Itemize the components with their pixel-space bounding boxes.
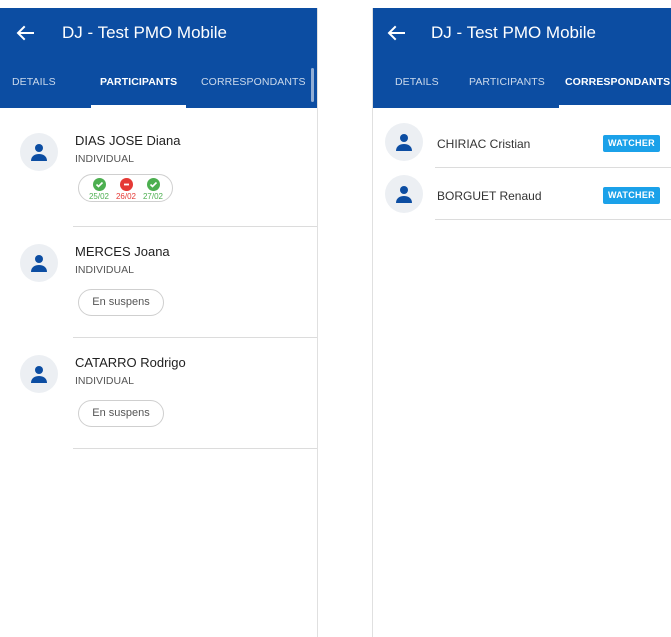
tab-scrollbar[interactable] — [311, 68, 314, 102]
divider — [435, 219, 671, 220]
participants-screen: DJ - Test PMO Mobile DETAILS PARTICIPANT… — [0, 8, 318, 637]
correspondants-screen: DJ - Test PMO Mobile DETAILS PARTICIPANT… — [372, 8, 671, 637]
person-icon — [20, 133, 58, 171]
attendance-days[interactable]: 25/02 26/02 27/02 — [78, 174, 173, 202]
tab-bar: DETAILS PARTICIPANTS CORRESPONDANTS — [373, 58, 671, 108]
participant-name: MERCES Joana — [75, 244, 170, 259]
participant-name: CATARRO Rodrigo — [75, 355, 186, 370]
tab-participants[interactable]: PARTICIPANTS — [469, 58, 545, 108]
tab-details[interactable]: DETAILS — [395, 58, 439, 108]
participant-role: INDIVIDUAL — [75, 153, 134, 165]
attendance-day: 25/02 — [86, 178, 112, 201]
person-icon — [20, 355, 58, 393]
day-date: 26/02 — [115, 192, 137, 201]
correspondent-name: CHIRIAC Cristian — [437, 137, 531, 151]
page-title: DJ - Test PMO Mobile — [431, 23, 597, 42]
check-circle-icon — [146, 178, 160, 191]
role-badge: WATCHER — [603, 187, 660, 204]
minus-circle-icon — [119, 178, 133, 191]
participant-item[interactable]: DIAS JOSE Diana INDIVIDUAL 25/02 26/02 2… — [0, 116, 317, 227]
app-bar: DJ - Test PMO Mobile — [373, 8, 671, 58]
check-circle-icon — [92, 178, 106, 191]
tab-participants[interactable]: PARTICIPANTS — [91, 58, 187, 108]
tab-correspondants[interactable]: CORRESPONDANTS — [201, 58, 306, 108]
correspondent-name: BORGUET Renaud — [437, 189, 542, 203]
role-badge: WATCHER — [603, 135, 660, 152]
attendance-day: 26/02 — [113, 178, 139, 201]
person-icon — [385, 123, 423, 161]
status-chip[interactable]: En suspens — [78, 289, 164, 316]
person-icon — [385, 175, 423, 213]
participant-item[interactable]: CATARRO Rodrigo INDIVIDUAL En suspens — [0, 338, 317, 449]
page-title: DJ - Test PMO Mobile — [62, 23, 228, 42]
correspondent-item[interactable]: BORGUET Renaud WATCHER — [373, 168, 671, 220]
person-icon — [20, 244, 58, 282]
divider — [73, 448, 317, 449]
correspondent-item[interactable]: CHIRIAC Cristian WATCHER — [373, 116, 671, 168]
app-bar: DJ - Test PMO Mobile — [0, 8, 317, 58]
participant-role: INDIVIDUAL — [75, 264, 134, 276]
tab-bar: DETAILS PARTICIPANTS CORRESPONDANTS — [0, 58, 317, 108]
back-arrow-icon[interactable] — [385, 22, 407, 44]
day-date: 25/02 — [88, 192, 110, 201]
participant-role: INDIVIDUAL — [75, 375, 134, 387]
tab-details[interactable]: DETAILS — [12, 58, 56, 108]
back-arrow-icon[interactable] — [14, 22, 36, 44]
participant-item[interactable]: MERCES Joana INDIVIDUAL En suspens — [0, 227, 317, 338]
day-date: 27/02 — [142, 192, 164, 201]
attendance-day: 27/02 — [140, 178, 166, 201]
tab-correspondants[interactable]: CORRESPONDANTS — [559, 58, 671, 108]
participant-name: DIAS JOSE Diana — [75, 133, 181, 148]
status-chip[interactable]: En suspens — [78, 400, 164, 427]
